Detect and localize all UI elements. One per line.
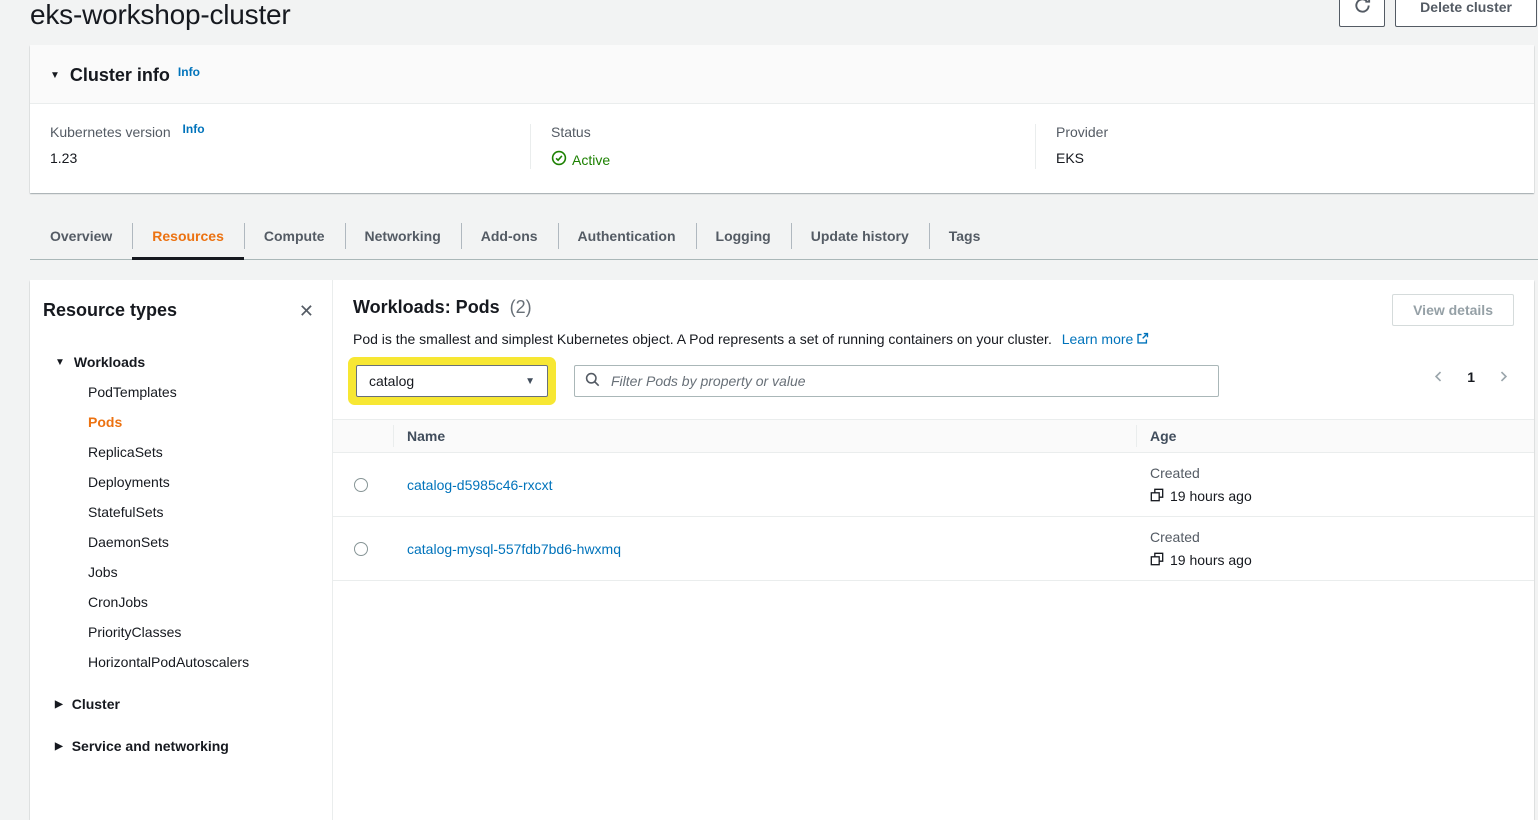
provider-label: Provider (1056, 124, 1514, 140)
sidebar-item-cronjobs[interactable]: CronJobs (88, 587, 320, 617)
tab-resources[interactable]: Resources (132, 213, 244, 259)
close-icon[interactable]: ✕ (293, 301, 320, 321)
view-details-button[interactable]: View details (1392, 294, 1514, 326)
tab-overview[interactable]: Overview (30, 213, 132, 259)
copy-icon[interactable] (1150, 488, 1164, 505)
table-row: catalog-mysql-557fdb7bd6-hwxmq Created 1… (333, 517, 1534, 581)
current-page[interactable]: 1 (1461, 369, 1481, 385)
status-text: Active (572, 152, 610, 168)
row-radio-button[interactable] (354, 542, 368, 556)
refresh-button[interactable] (1339, 0, 1385, 27)
tab-tags[interactable]: Tags (929, 213, 1001, 259)
sidebar-item-deployments[interactable]: Deployments (88, 467, 320, 497)
pods-count: (2) (510, 297, 532, 317)
cluster-info-header[interactable]: ▼ Cluster info Info (30, 45, 1534, 104)
header-actions: Delete cluster (1339, 0, 1537, 27)
sidebar-title: Resource types (43, 300, 177, 321)
kubernetes-version-info-link[interactable]: Info (183, 122, 205, 136)
caret-right-icon: ▶ (55, 699, 63, 710)
status-field: Status Active (530, 124, 1035, 169)
table-header-row: Name Age (333, 419, 1534, 453)
tab-logging[interactable]: Logging (696, 213, 791, 259)
sidebar-item-horizontalpodautoscalers[interactable]: HorizontalPodAutoscalers (88, 647, 320, 677)
tree-section-service-and-networking[interactable]: ▶ Service and networking (55, 731, 320, 761)
status-label: Status (551, 124, 1015, 140)
sidebar-item-jobs[interactable]: Jobs (88, 557, 320, 587)
cluster-info-title: Cluster info (70, 65, 170, 86)
kubernetes-version-field: Kubernetes version Info 1.23 (30, 124, 530, 169)
sidebar-item-podtemplates[interactable]: PodTemplates (88, 377, 320, 407)
chevron-down-icon: ▼ (525, 376, 535, 387)
sidebar-item-priorityclasses[interactable]: PriorityClasses (88, 617, 320, 647)
pods-description: Pod is the smallest and simplest Kuberne… (353, 331, 1514, 347)
kubernetes-version-value: 1.23 (50, 150, 510, 166)
learn-more-link[interactable]: Learn more (1062, 331, 1150, 347)
sidebar-item-statefulsets[interactable]: StatefulSets (88, 497, 320, 527)
tab-update-history[interactable]: Update history (791, 213, 929, 259)
pods-panel: Workloads: Pods (2) View details Pod is … (333, 280, 1534, 820)
caret-down-icon: ▼ (55, 357, 65, 368)
age-cell: Created 19 hours ago (1150, 529, 1534, 569)
refresh-icon (1353, 0, 1372, 18)
pod-name-link[interactable]: catalog-d5985c46-rxcxt (407, 477, 553, 493)
delete-cluster-button[interactable]: Delete cluster (1395, 0, 1537, 27)
cluster-info-panel: ▼ Cluster info Info Kubernetes version I… (30, 45, 1534, 193)
resources-content: Resource types ✕ ▼ Workloads PodTemplate… (30, 280, 1534, 820)
status-active-icon (551, 150, 567, 169)
previous-page-button[interactable] (1428, 366, 1449, 387)
next-page-button[interactable] (1493, 366, 1514, 387)
provider-field: Provider EKS (1035, 124, 1534, 169)
search-input[interactable] (609, 372, 1208, 390)
pod-name-link[interactable]: catalog-mysql-557fdb7bd6-hwxmq (407, 541, 621, 557)
search-icon (585, 372, 600, 390)
external-link-icon (1136, 332, 1149, 348)
dropdown-value: catalog (369, 373, 414, 389)
workloads-items: PodTemplates Pods ReplicaSets Deployment… (88, 377, 320, 677)
age-cell: Created 19 hours ago (1150, 465, 1534, 505)
filter-controls: catalog ▼ 1 (353, 361, 1514, 401)
provider-value: EKS (1056, 150, 1514, 166)
tree-section-workloads[interactable]: ▼ Workloads (55, 347, 320, 377)
resource-tree: ▼ Workloads PodTemplates Pods ReplicaSet… (43, 347, 320, 761)
tab-networking[interactable]: Networking (345, 213, 461, 259)
page-header: eks-workshop-cluster Delete cluster (30, 0, 1538, 30)
age-column-header: Age (1150, 428, 1534, 444)
tab-compute[interactable]: Compute (244, 213, 345, 259)
pods-table: Name Age catalog-d5985c46-rxcxt Created … (333, 419, 1534, 581)
namespace-filter-dropdown[interactable]: catalog ▼ (356, 365, 548, 397)
resource-types-sidebar: Resource types ✕ ▼ Workloads PodTemplate… (30, 280, 333, 820)
caret-right-icon: ▶ (55, 741, 63, 752)
page-title: eks-workshop-cluster (30, 0, 1538, 30)
name-column-header: Name (407, 428, 1150, 444)
pods-search (574, 365, 1219, 397)
sidebar-header: Resource types ✕ (43, 300, 320, 321)
caret-down-icon[interactable]: ▼ (50, 70, 60, 81)
cluster-info-info-link[interactable]: Info (178, 65, 200, 79)
tab-add-ons[interactable]: Add-ons (461, 213, 558, 259)
sidebar-item-replicasets[interactable]: ReplicaSets (88, 437, 320, 467)
table-row: catalog-d5985c46-rxcxt Created 19 hours … (333, 453, 1534, 517)
annotation-highlight: catalog ▼ (356, 365, 548, 397)
pods-title: Workloads: Pods (353, 297, 500, 317)
tab-authentication[interactable]: Authentication (558, 213, 696, 259)
tree-section-cluster[interactable]: ▶ Cluster (55, 689, 320, 719)
cluster-info-body: Kubernetes version Info 1.23 Status Acti… (30, 104, 1534, 193)
row-radio-button[interactable] (354, 478, 368, 492)
kubernetes-version-label: Kubernetes version Info (50, 124, 510, 140)
pagination: 1 (1428, 366, 1514, 387)
pods-panel-header: Workloads: Pods (2) View details Pod is … (333, 280, 1534, 401)
copy-icon[interactable] (1150, 552, 1164, 569)
cluster-tabs: Overview Resources Compute Networking Ad… (30, 213, 1538, 260)
sidebar-item-pods[interactable]: Pods (88, 407, 320, 437)
status-value: Active (551, 150, 1015, 169)
sidebar-item-daemonsets[interactable]: DaemonSets (88, 527, 320, 557)
